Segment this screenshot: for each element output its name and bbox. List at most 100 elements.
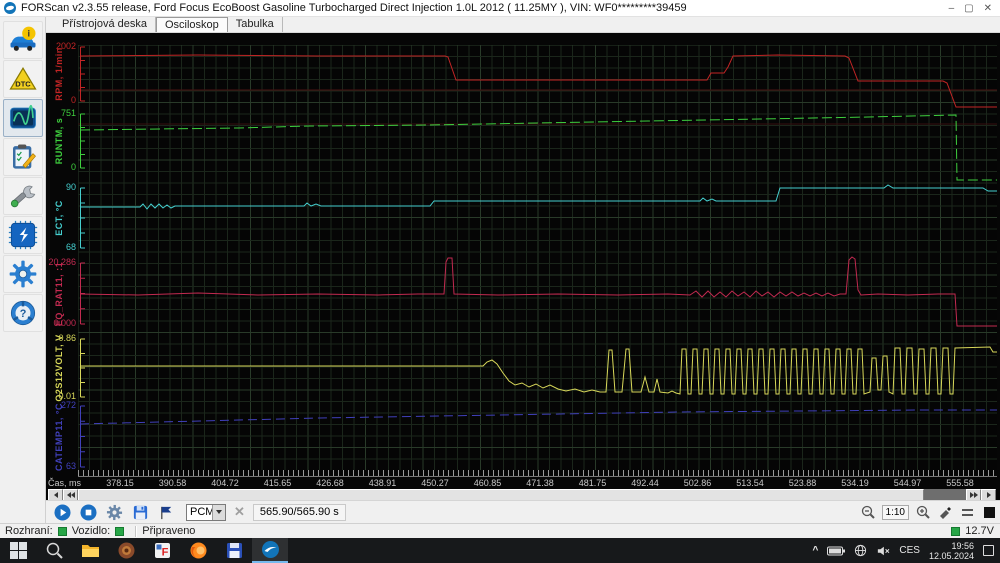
taskbar-app-brown[interactable]	[108, 538, 144, 563]
tab-table[interactable]: Tabulka	[228, 17, 283, 32]
sidebar-item-configuration[interactable]	[3, 216, 43, 254]
vehicle-label: Vozidlo:	[72, 525, 111, 537]
folder-icon	[81, 541, 100, 560]
play-icon	[54, 504, 71, 521]
clock-date: 12.05.2024	[929, 551, 974, 561]
language-indicator[interactable]: CES	[899, 545, 920, 556]
lines-icon	[962, 509, 973, 516]
action-center-icon[interactable]	[983, 545, 994, 556]
channel-min-value: 63	[47, 462, 76, 471]
scope-settings-button[interactable]	[105, 503, 124, 522]
zoom-out-icon	[860, 504, 876, 520]
sidebar-item-tests[interactable]	[3, 138, 43, 176]
interface-label: Rozhraní:	[0, 525, 53, 537]
channel-min-value: 68	[47, 243, 76, 252]
sidebar-item-service[interactable]	[3, 177, 43, 215]
save-floppy-icon	[132, 504, 149, 521]
time-tick-label: 492.44	[631, 478, 659, 488]
interface-status-led	[58, 527, 67, 536]
help-icon: ?	[8, 298, 38, 328]
gear-icon	[106, 504, 123, 521]
battery-voltage: 12.7V	[965, 525, 994, 537]
voltage-led	[951, 527, 960, 536]
tray-chevron-up-icon[interactable]: ^	[813, 545, 819, 556]
taskbar-app-f[interactable]: F	[144, 538, 180, 563]
start-button[interactable]	[0, 538, 36, 563]
grid-lines-button[interactable]	[959, 504, 975, 520]
firefox-icon	[189, 541, 208, 560]
round-app-icon	[117, 541, 136, 560]
background-color-button[interactable]	[981, 504, 997, 520]
close-icon[interactable]: ✕	[984, 3, 992, 14]
time-tick-label: 544.97	[894, 478, 922, 488]
sidebar-item-dtc[interactable]: DTC	[3, 60, 43, 98]
combo-dropdown-button[interactable]	[212, 505, 225, 520]
sidebar: i DTC	[0, 17, 46, 523]
stop-button[interactable]	[79, 503, 98, 522]
maximize-icon[interactable]: ▢	[964, 3, 973, 14]
time-tick-label: 378.15	[106, 478, 134, 488]
taskbar-app-floppy[interactable]	[216, 538, 252, 563]
floppy-app-icon	[225, 541, 244, 560]
taskbar-firefox[interactable]	[180, 538, 216, 563]
channel-label-2: RUNTM, s	[54, 118, 64, 165]
channel-max-value: 272	[47, 401, 76, 410]
zoom-in-button[interactable]	[915, 504, 931, 520]
time-tick-label: 404.72	[211, 478, 239, 488]
channel-axes	[81, 47, 86, 467]
time-tick-label: 534.19	[841, 478, 869, 488]
time-tick-label: 555.58	[946, 478, 974, 488]
time-tick-label: 450.27	[421, 478, 449, 488]
plot-grid	[78, 45, 997, 470]
speaker-muted-icon[interactable]	[876, 545, 890, 557]
time-axis-ticks	[78, 470, 997, 477]
status-bar: Rozhraní: Vozidlo: Připraveno 12.7V	[0, 523, 1000, 538]
tab-oscilloscope[interactable]: Osciloskop	[156, 17, 228, 32]
oscilloscope-icon	[8, 103, 38, 133]
time-tick-label: 471.38	[526, 478, 554, 488]
link-disabled-icon[interactable]: ✕	[234, 504, 245, 520]
channel-max-value: 20.286	[47, 258, 76, 267]
svg-text:i: i	[27, 29, 30, 39]
dtc-warning-icon: DTC	[8, 64, 38, 94]
flag-icon	[158, 504, 175, 521]
channel-min-value: 0	[47, 96, 76, 105]
system-tray: ^ CES 19:56 12.05.2024	[813, 541, 1000, 561]
channel-label-4: EQ_RAT11, :1	[54, 261, 64, 325]
channel-max-value: 0.86	[47, 334, 76, 343]
channel-label-6: CATEMP11, °C	[54, 403, 64, 471]
time-tick-label: 481.75	[579, 478, 607, 488]
taskbar-forscan[interactable]	[252, 538, 288, 563]
clock-time: 19:56	[951, 541, 974, 551]
taskbar-file-explorer[interactable]	[72, 538, 108, 563]
sidebar-item-vehicle-info[interactable]: i	[3, 21, 43, 59]
minimize-icon[interactable]: –	[949, 3, 955, 14]
module-select[interactable]: PCM	[186, 504, 226, 521]
title-bar: FORScan v2.3.55 release, Ford Focus EcoB…	[0, 0, 1000, 17]
tests-clipboard-icon	[8, 142, 38, 172]
sidebar-item-oscilloscope[interactable]	[3, 99, 43, 137]
cursor-marker-button[interactable]	[937, 504, 953, 520]
time-axis-values: 378.15390.58404.72415.65426.68438.91450.…	[46, 478, 1000, 489]
svg-text:DTC: DTC	[15, 80, 31, 89]
window-title: FORScan v2.3.55 release, Ford Focus EcoB…	[21, 2, 949, 14]
network-globe-icon[interactable]	[854, 544, 867, 557]
save-button[interactable]	[131, 503, 150, 522]
taskbar-search-button[interactable]	[36, 538, 72, 563]
battery-icon[interactable]	[827, 546, 845, 556]
stop-icon	[80, 504, 97, 521]
sidebar-item-settings[interactable]	[3, 255, 43, 293]
sidebar-item-help[interactable]: ?	[3, 294, 43, 332]
play-button[interactable]	[53, 503, 72, 522]
tab-dashboard[interactable]: Přístrojová deska	[54, 17, 156, 32]
channel-max-value: 751	[47, 109, 76, 118]
search-icon	[45, 541, 64, 560]
taskbar-clock[interactable]: 19:56 12.05.2024	[929, 541, 974, 561]
svg-text:F: F	[161, 547, 168, 559]
scope-plot[interactable]	[78, 45, 997, 470]
zoom-out-button[interactable]	[860, 504, 876, 520]
marker-flag-button[interactable]	[157, 503, 176, 522]
time-tick-label: 460.85	[474, 478, 502, 488]
black-square-icon	[984, 507, 995, 518]
channel-label-3: ECT, °C	[54, 200, 64, 236]
